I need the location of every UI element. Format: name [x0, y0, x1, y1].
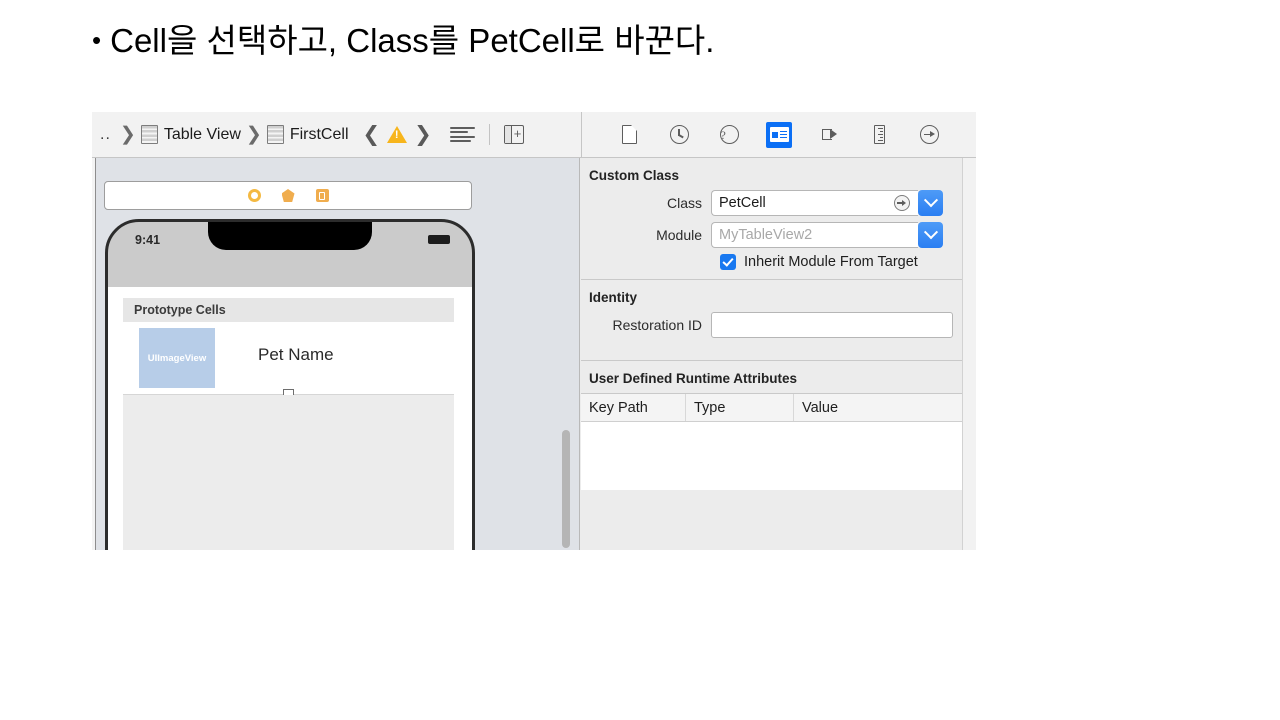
issue-navigation-group: ❮ ❯ [363, 122, 432, 147]
status-bar-time: 9:41 [135, 233, 161, 247]
bullet-marker: • [92, 25, 102, 55]
next-issue-button[interactable]: ❯ [414, 122, 432, 147]
inspector-tab-bar: ? [581, 112, 976, 157]
battery-icon [428, 235, 450, 244]
restoration-id-row: Restoration ID [581, 312, 962, 338]
size-inspector-icon[interactable] [866, 122, 892, 148]
jump-bar-separator-0: ❯ [119, 124, 136, 145]
module-row: Module MyTableView2 [581, 222, 962, 248]
prototype-cells-label: Prototype Cells [134, 303, 226, 317]
identity-section-title: Identity [589, 290, 638, 305]
udra-column-type: Type [686, 394, 794, 421]
module-input[interactable]: MyTableView2 [711, 222, 918, 248]
jump-bar-item-label: Table View [163, 125, 241, 143]
class-label: Class [666, 195, 702, 211]
xcode-screenshot: .. ❯ Table View ❯ FirstCell ❮ ❯ [92, 112, 976, 550]
inherit-module-label: Inherit Module From Target [744, 254, 918, 270]
custom-class-section-title: Custom Class [589, 168, 680, 183]
scene-dock [104, 181, 472, 210]
module-dropdown-button[interactable] [918, 222, 943, 248]
uiimageview-placeholder[interactable]: UIImageView [139, 328, 215, 388]
inspector-content: Custom Class Class PetCell Module MyTabl… [581, 158, 962, 550]
view-controller-icon[interactable] [247, 189, 261, 202]
jump-bar-separator-1: ❯ [245, 124, 262, 145]
slide-bullet-line: • Cell을 선택하고, Class를 PetCell로 바꾼다. [92, 14, 714, 62]
udra-table[interactable]: Key Path Type Value [581, 393, 962, 490]
pet-name-label[interactable]: Pet Name [258, 345, 334, 365]
identity-inspector-panel: Custom Class Class PetCell Module MyTabl… [581, 158, 976, 550]
jump-to-definition-icon[interactable] [894, 195, 910, 211]
iphone-device-frame: 9:41 Prototype Cells UIImageView Pet Nam… [105, 219, 475, 550]
add-editor-icon[interactable] [503, 125, 524, 144]
jump-bar-ellipsis[interactable]: .. [100, 126, 111, 142]
udra-column-key-path: Key Path [581, 394, 686, 421]
class-combo[interactable]: PetCell [711, 190, 943, 216]
class-dropdown-button[interactable] [918, 190, 943, 216]
first-responder-icon[interactable] [281, 189, 295, 202]
jump-bar-item-table-view[interactable]: Table View [140, 125, 241, 144]
restoration-id-label: Restoration ID [612, 317, 702, 333]
slide-root: • Cell을 선택하고, Class를 PetCell로 바꾼다. .. ❯ T… [0, 0, 1280, 720]
toolbar-divider [488, 124, 490, 145]
table-view-icon [140, 125, 158, 144]
inspector-scroll-gutter[interactable] [962, 158, 976, 550]
previous-issue-button[interactable]: ❮ [363, 122, 381, 147]
table-view-empty-area [123, 395, 454, 550]
device-notch [208, 222, 372, 250]
jump-bar-item-label: FirstCell [289, 125, 349, 143]
attributes-inspector-icon[interactable] [816, 122, 842, 148]
history-inspector-icon[interactable] [666, 122, 692, 148]
restoration-id-input[interactable] [711, 312, 953, 338]
connections-inspector-icon[interactable] [916, 122, 942, 148]
top-bar: .. ❯ Table View ❯ FirstCell ❮ ❯ [92, 112, 976, 158]
warning-triangle-icon[interactable] [387, 126, 408, 143]
exit-icon[interactable] [315, 189, 329, 202]
module-combo[interactable]: MyTableView2 [711, 222, 943, 248]
uiimageview-label: UIImageView [147, 352, 207, 364]
prototype-cells-header: Prototype Cells [123, 298, 454, 322]
table-view-cell-icon [266, 125, 284, 144]
interface-builder-canvas[interactable]: 9:41 Prototype Cells UIImageView Pet Nam… [92, 158, 580, 550]
bullet-text: Cell을 선택하고, Class를 PetCell로 바꾼다. [110, 22, 715, 59]
udra-column-value: Value [802, 399, 839, 416]
class-input[interactable]: PetCell [711, 190, 918, 216]
jump-bar-item-firstcell[interactable]: FirstCell [266, 125, 349, 144]
inherit-module-checkbox[interactable] [720, 254, 736, 270]
text-align-icon[interactable] [449, 126, 475, 143]
table-view-content: Prototype Cells UIImageView Pet Name [108, 287, 472, 550]
prototype-cell[interactable]: UIImageView Pet Name [123, 322, 454, 395]
udra-table-header: Key Path Type Value [581, 394, 962, 422]
file-inspector-icon[interactable] [616, 122, 642, 148]
jump-bar: .. ❯ Table View ❯ FirstCell ❮ ❯ [92, 112, 580, 157]
module-label: Module [656, 227, 702, 243]
class-row: Class PetCell [581, 190, 962, 216]
quick-help-inspector-icon[interactable]: ? [716, 122, 742, 148]
udra-section-title: User Defined Runtime Attributes [589, 371, 798, 386]
identity-inspector-icon[interactable] [766, 121, 792, 148]
canvas-vertical-scrollbar[interactable] [562, 430, 570, 548]
canvas-left-edge [92, 158, 96, 550]
jump-bar-right-controls [449, 124, 524, 145]
inherit-module-row[interactable]: Inherit Module From Target [720, 254, 962, 270]
